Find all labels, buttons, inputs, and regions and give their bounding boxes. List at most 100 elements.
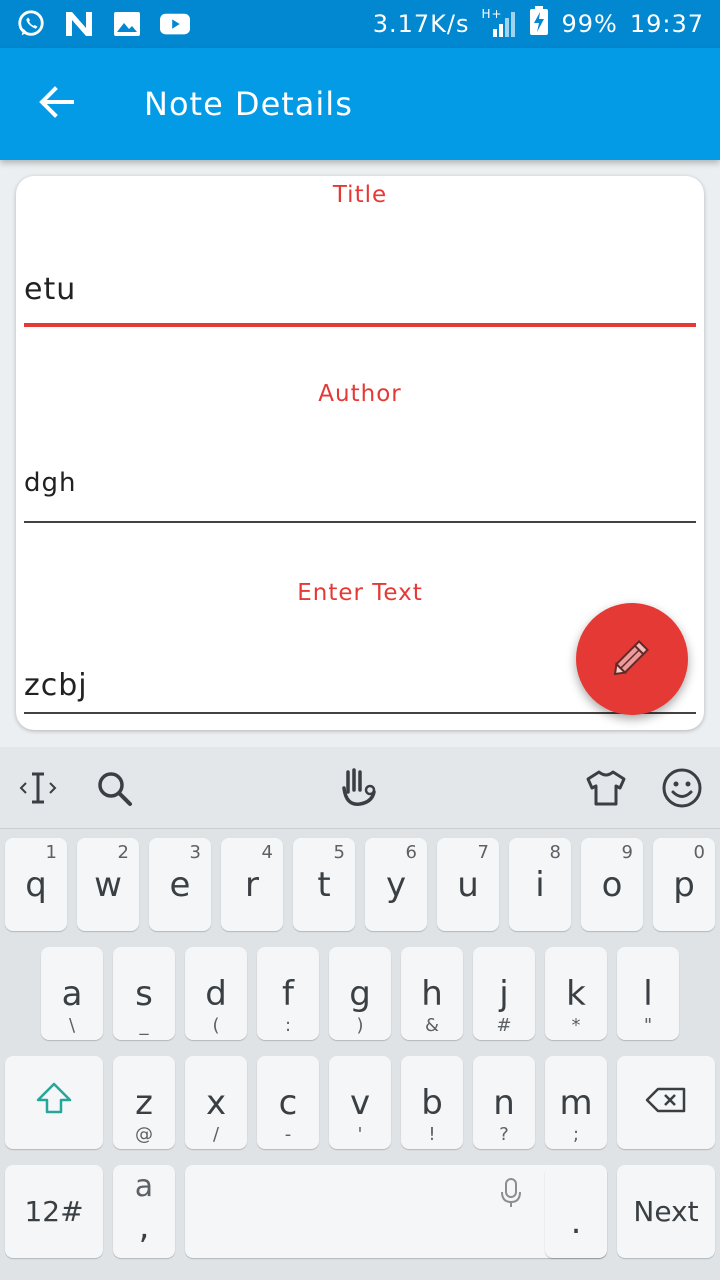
key-secondary-label: @ [135,1124,153,1145]
key-secondary-label: 6 [405,842,417,863]
key-secondary-label: 0 [693,842,705,863]
key-q[interactable]: q1 [5,838,67,931]
key-secondary-label: 1 [45,842,57,863]
backspace-icon [644,1083,688,1123]
shift-key[interactable] [5,1056,103,1149]
battery-percent: 99% [561,10,618,38]
network-speed: 3.17K/s [372,10,470,38]
soft-keyboard: q1w2e3r4t5y6u7i8o9p0 a \ s _ d(f: g) h & j # k * l " … [0,747,720,1280]
key-secondary-label: ' [357,1124,363,1145]
key-s[interactable]: s _ [113,947,175,1040]
key-label: y [385,864,407,905]
symbols-key[interactable]: 12# [5,1165,103,1258]
key-label: r [245,864,259,905]
key-n[interactable]: n? [473,1056,535,1149]
edit-fab-button[interactable] [576,603,688,715]
back-arrow-icon [38,86,74,122]
whatsapp-icon [16,9,46,39]
author-field[interactable]: dgh [24,468,696,498]
key-o[interactable]: o9 [581,838,643,931]
keyboard-toolbar [0,747,720,829]
key-g[interactable]: g) [329,947,391,1040]
key-secondary-label: _ [139,1015,149,1036]
key-label: t [317,864,331,905]
battery-charging-icon [529,6,549,42]
cursor-icon[interactable] [14,764,62,812]
key-secondary-label: & [424,1015,440,1036]
key-secondary-label: ! [428,1124,436,1145]
key-f[interactable]: f: [257,947,319,1040]
key-label: u [457,864,479,905]
key-secondary-label: 7 [477,842,489,863]
emoji-icon[interactable] [658,764,706,812]
space-key[interactable] [185,1165,607,1258]
key-secondary-label: 9 [621,842,633,863]
network-type: H+ [481,7,503,21]
page-title: Note Details [144,85,353,123]
key-secondary-label: 8 [549,842,561,863]
search-icon[interactable] [90,764,138,812]
app-bar: Note Details [0,48,720,160]
pencil-icon [610,635,654,683]
period-key[interactable]: . [545,1165,607,1258]
microphone-icon [499,1177,523,1213]
title-label: Title [332,182,388,208]
clock: 19:37 [629,10,704,38]
n-icon [64,9,94,39]
comma-key[interactable]: a , [113,1165,175,1258]
status-bar: 3.17K/s H+ 99% 19:37 [0,0,720,48]
text-label: Enter Text [297,580,423,606]
author-label: Author [318,381,402,407]
key-t[interactable]: t5 [293,838,355,931]
key-secondary-label: " [643,1015,653,1036]
key-y[interactable]: y6 [365,838,427,931]
key-label: q [25,864,47,905]
text-underline [24,712,696,714]
key-secondary-label: ; [572,1124,580,1145]
shift-arrow-icon [35,1081,73,1124]
key-secondary-label: / [212,1124,220,1145]
key-secondary-label: ( [212,1015,220,1036]
key-r[interactable]: r4 [221,838,283,931]
key-secondary-label: \ [68,1015,76,1036]
key-v[interactable]: v ' [329,1056,391,1149]
period-key-label: . [570,1201,582,1242]
key-m[interactable]: m; [545,1056,607,1149]
key-w[interactable]: w2 [77,838,139,931]
key-l[interactable]: l " [617,947,679,1040]
back-button[interactable] [16,64,96,144]
next-key[interactable]: Next [617,1165,715,1258]
key-i[interactable]: i8 [509,838,571,931]
key-secondary-label: * [571,1015,581,1036]
key-label: e [169,864,191,905]
signal-icon: H+ [481,7,517,39]
key-secondary-label: ? [499,1124,509,1145]
youtube-icon [160,9,190,39]
key-secondary-label: ) [356,1015,364,1036]
theme-shirt-icon[interactable] [582,764,630,812]
key-b[interactable]: b! [401,1056,463,1149]
key-u[interactable]: u7 [437,838,499,931]
key-j[interactable]: j # [473,947,535,1040]
key-d[interactable]: d( [185,947,247,1040]
key-a[interactable]: a \ [41,947,103,1040]
key-secondary-label: 2 [117,842,129,863]
gesture-hand-icon[interactable] [336,764,384,812]
key-secondary-label: 3 [189,842,201,863]
key-label: p [673,864,695,905]
key-label: i [535,864,545,905]
key-h[interactable]: h & [401,947,463,1040]
key-e[interactable]: e3 [149,838,211,931]
image-icon [112,9,142,39]
symbols-key-label: 12# [24,1195,84,1228]
title-field[interactable]: etu [24,272,696,307]
key-k[interactable]: k * [545,947,607,1040]
key-c[interactable]: c- [257,1056,319,1149]
backspace-key[interactable] [617,1056,715,1149]
key-label: o [601,864,623,905]
key-secondary-label: 5 [333,842,345,863]
key-z[interactable]: z @ [113,1056,175,1149]
key-label: w [94,864,122,905]
key-p[interactable]: p0 [653,838,715,931]
key-x[interactable]: x / [185,1056,247,1149]
